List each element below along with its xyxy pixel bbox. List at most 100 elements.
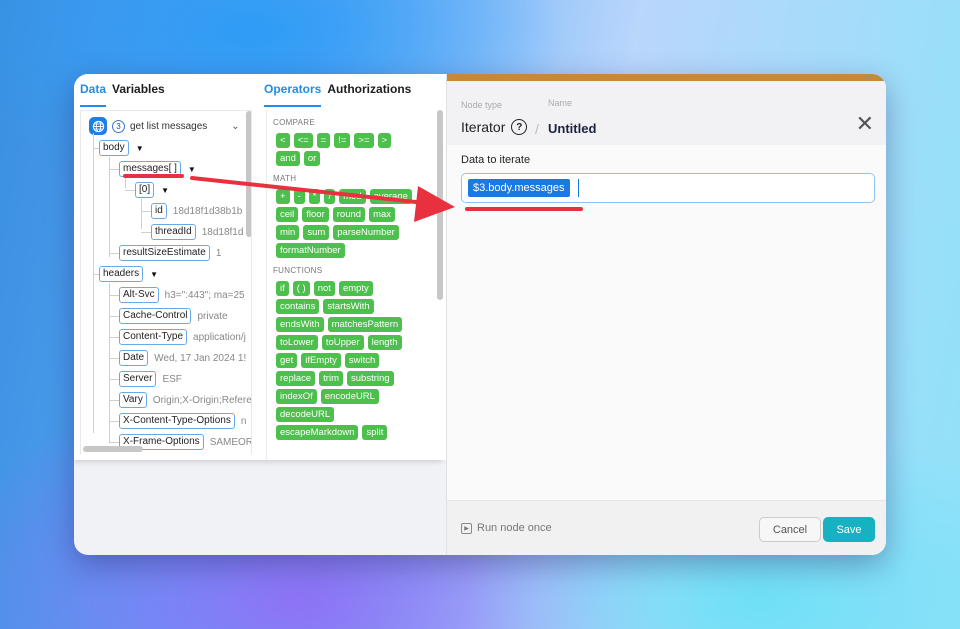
operator-chip[interactable]: and (276, 151, 300, 166)
operator-chip[interactable]: formatNumber (276, 243, 345, 258)
operator-chip[interactable]: = (316, 133, 331, 148)
operator-chip[interactable]: floor (302, 207, 329, 222)
operator-chip[interactable]: < (276, 133, 290, 148)
tree-connector-line (109, 283, 110, 443)
operator-chip[interactable]: average (369, 189, 412, 204)
data-tabs: Data Variables (74, 74, 258, 107)
expand-caret-icon[interactable]: ▼ (161, 186, 169, 195)
tree-horizontal-scrollbar[interactable] (83, 446, 143, 452)
operator-chip[interactable]: matchesPattern (327, 317, 403, 332)
operator-chip[interactable]: ( ) (292, 281, 310, 296)
operator-chip[interactable]: trim (319, 371, 343, 386)
data-tree: 3 get list messages ⌄ body ▼ messages[ ] ▼[… (80, 110, 252, 454)
operator-chip[interactable]: get (276, 353, 298, 368)
operator-chip[interactable]: >= (354, 133, 374, 148)
tree-node-key[interactable]: [0] (135, 182, 155, 198)
tab-variables[interactable]: Variables (112, 82, 165, 107)
operator-chip[interactable]: * (308, 189, 321, 204)
tree-node-key[interactable]: threadId (151, 224, 196, 240)
operator-chip[interactable]: ceil (276, 207, 299, 222)
tree-connector-line (109, 337, 119, 338)
expand-caret-icon[interactable]: ▼ (150, 270, 158, 279)
app-window: Data Variables 3 get list messages ⌄ bod… (74, 74, 886, 555)
tree-node-key[interactable]: body (99, 140, 129, 156)
operator-chip[interactable]: - (293, 189, 305, 204)
save-button[interactable]: Save (823, 517, 875, 542)
expression-token[interactable]: $3.body.messages (468, 179, 570, 197)
operator-chip-group: < <= = != >= > and or (267, 133, 417, 166)
run-node-once-button[interactable]: ▶ Run node once (461, 522, 552, 534)
operator-chip[interactable]: split (362, 425, 388, 440)
tree-node-key[interactable]: messages[ ] (119, 161, 181, 177)
tree-node: id 18d18f1d38b1b (151, 202, 242, 220)
node-name[interactable]: Untitled (548, 121, 596, 136)
tree-node-key[interactable]: resultSizeEstimate (119, 245, 210, 261)
operator-chip[interactable]: / (324, 189, 336, 204)
operator-chip[interactable]: mod (339, 189, 366, 204)
dialog-body: Data to iterate $3.body.messages (447, 145, 886, 500)
operator-chip[interactable]: sum (303, 225, 330, 240)
operators-list: COMPARE < <= = != >= > and or MATH + - * / mod average c… (266, 110, 440, 460)
operator-chip[interactable]: ifEmpty (301, 353, 341, 368)
tree-node: threadId 18d18f1d (151, 223, 243, 241)
close-icon[interactable]: ✕ (856, 111, 874, 137)
tree-node-key[interactable]: headers (99, 266, 144, 282)
operator-chip-group: + - * / mod average ceil floor round max min sum par… (267, 189, 417, 258)
operator-chip[interactable]: toUpper (321, 335, 364, 350)
tree-node-key[interactable]: Alt-Svc (119, 287, 159, 303)
node-type-value: Iterator (461, 119, 506, 135)
operator-chip[interactable]: or (303, 151, 321, 166)
tab-authorizations[interactable]: Authorizations (327, 82, 411, 107)
cancel-button[interactable]: Cancel (759, 517, 821, 542)
expand-caret-icon[interactable]: ▼ (136, 144, 144, 153)
operator-chip[interactable]: parseNumber (333, 225, 399, 240)
tree-connector-line (109, 421, 119, 422)
expand-caret-icon[interactable]: ▼ (188, 165, 196, 174)
operator-chip[interactable]: if (276, 281, 289, 296)
operator-chip[interactable]: toLower (276, 335, 318, 350)
operator-chip[interactable]: endsWith (276, 317, 324, 332)
operators-column: Operators Authorizations COMPARE < <= = != >=… (258, 74, 446, 460)
tree-node: messages[ ] ▼ (119, 160, 196, 178)
operator-chip[interactable]: length (367, 335, 402, 350)
tree-node-key[interactable]: X-Content-Type-Options (119, 413, 235, 429)
tree-node-key[interactable]: Date (119, 350, 149, 366)
operator-chip[interactable]: replace (276, 371, 316, 386)
operator-section-title: MATH (273, 174, 297, 183)
operator-chip[interactable]: max (369, 207, 396, 222)
tree-node-key[interactable]: id (151, 203, 167, 219)
operator-chip[interactable]: escapeMarkdown (276, 425, 359, 440)
operator-chip[interactable]: contains (276, 299, 320, 314)
help-icon[interactable]: ? (511, 119, 528, 135)
operator-chip[interactable]: empty (338, 281, 373, 296)
tree-node-key[interactable]: Content-Type (119, 329, 188, 345)
dialog-header: Node type Name Iterator ? / Untitled ✕ (447, 81, 886, 145)
tab-operators[interactable]: Operators (264, 82, 322, 107)
tree-node-key[interactable]: Cache-Control (119, 308, 192, 324)
tree-node: Alt-Svc h3=":443"; ma=25 (119, 286, 245, 304)
data-to-iterate-input[interactable]: $3.body.messages (461, 173, 875, 203)
operator-chip[interactable]: != (334, 133, 351, 148)
operator-chip[interactable]: + (276, 189, 290, 204)
operator-chip[interactable]: > (377, 133, 392, 148)
tree-root[interactable]: 3 get list messages ⌄ (89, 117, 240, 135)
run-node-once-label: Run node once (477, 522, 552, 534)
operator-chip[interactable]: not (313, 281, 335, 296)
operator-chip[interactable]: min (276, 225, 300, 240)
operator-chip[interactable]: substring (347, 371, 394, 386)
chevron-down-icon[interactable]: ⌄ (231, 121, 239, 132)
operator-chip[interactable]: round (332, 207, 366, 222)
tab-data[interactable]: Data (80, 82, 107, 107)
tree-vertical-scrollbar[interactable] (246, 111, 251, 237)
tree-connector-line (109, 379, 119, 380)
operator-chip[interactable]: encodeURL (320, 389, 379, 404)
tree-node-key[interactable]: Vary (119, 392, 147, 408)
operator-chip[interactable]: decodeURL (276, 407, 335, 422)
operator-chip[interactable]: <= (293, 133, 313, 148)
operator-chip[interactable]: startsWith (323, 299, 374, 314)
operator-chip[interactable]: switch (344, 353, 380, 368)
operator-chip[interactable]: indexOf (276, 389, 317, 404)
tree-node-key[interactable]: Server (119, 371, 157, 387)
tree-node: [0] ▼ (135, 181, 169, 199)
operators-scrollbar[interactable] (437, 110, 443, 300)
